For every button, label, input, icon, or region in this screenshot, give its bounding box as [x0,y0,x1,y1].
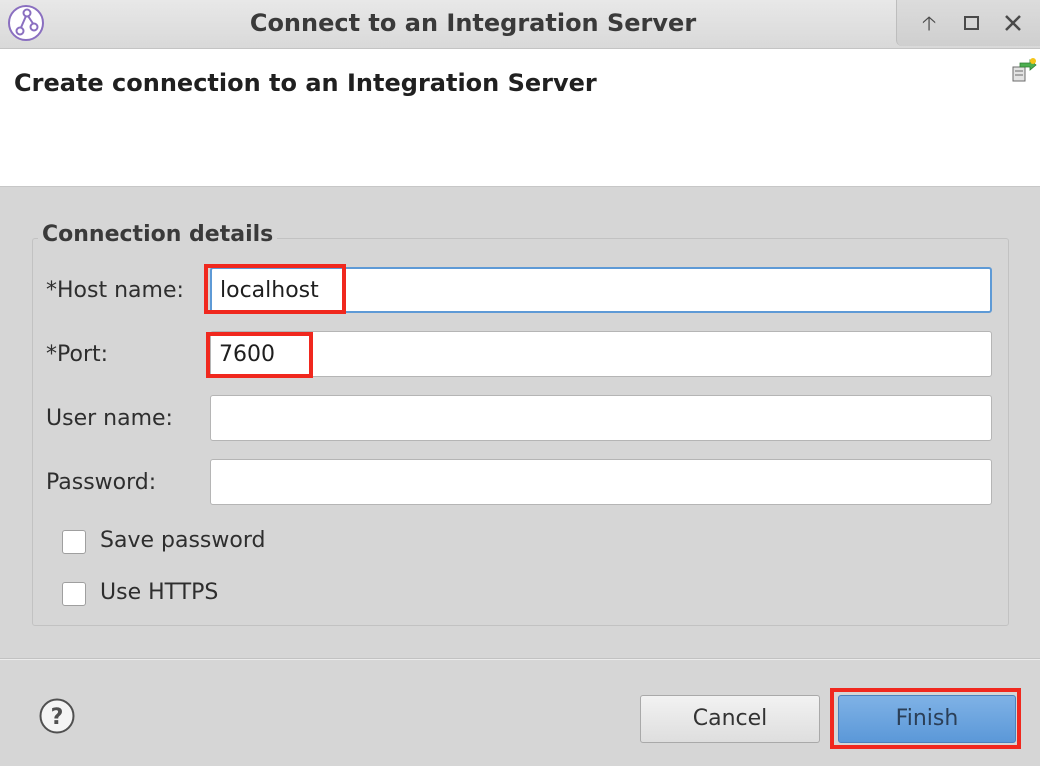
port-input[interactable] [210,331,992,377]
help-glyph: ? [51,705,64,730]
cancel-button[interactable]: Cancel [640,695,820,743]
window-controls: 🡡 [896,0,1040,46]
connection-details-label: Connection details [38,222,278,247]
title-bar: Connect to an Integration Server 🡡 [0,0,1040,49]
host-name-input[interactable] [210,267,992,313]
host-name-label: *Host name: [46,278,184,303]
window-title: Connect to an Integration Server [249,9,697,37]
connect-server-icon [1012,58,1037,82]
header-banner: Create connection to an Integration Serv… [0,49,1040,187]
use-https-checkbox[interactable] [62,582,86,606]
finish-button[interactable]: Finish [838,695,1016,743]
user-name-input[interactable] [210,395,992,441]
close-icon[interactable] [999,9,1027,37]
password-label: Password: [46,470,157,495]
restore-up-icon[interactable]: 🡡 [915,9,943,37]
user-name-label: User name: [46,406,173,431]
password-input[interactable] [210,459,992,505]
footer-separator [0,658,1040,660]
save-password-checkbox[interactable] [62,530,86,554]
save-password-label: Save password [100,528,266,553]
maximize-icon[interactable] [957,9,985,37]
port-label: *Port: [46,342,109,367]
page-title: Create connection to an Integration Serv… [14,69,597,97]
dialog-window: Connect to an Integration Server 🡡 Creat… [0,0,1040,766]
use-https-label: Use HTTPS [100,580,219,605]
help-icon[interactable]: ? [38,697,76,735]
